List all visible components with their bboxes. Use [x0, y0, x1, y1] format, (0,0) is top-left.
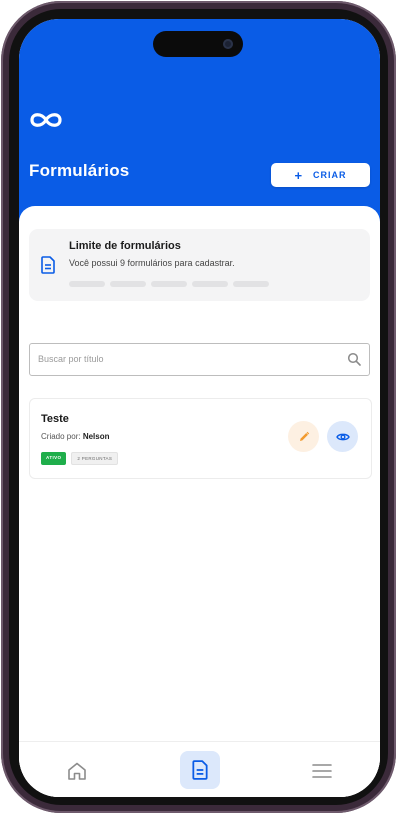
search-input[interactable]: Buscar por título	[29, 343, 370, 376]
limit-progress	[69, 281, 269, 287]
eye-icon	[335, 433, 350, 440]
status-badge: ATIVO	[41, 452, 67, 465]
progress-segment	[233, 281, 269, 287]
search-placeholder: Buscar por título	[38, 354, 104, 364]
edit-form-button[interactable]	[288, 421, 319, 452]
document-icon	[192, 760, 208, 780]
home-icon[interactable]	[66, 761, 88, 781]
page-title: Formulários	[29, 161, 130, 180]
dynamic-island	[153, 31, 243, 57]
form-badges: ATIVO 2 PERGUNTAS	[41, 452, 119, 465]
created-by-label: Criado por:	[41, 432, 81, 441]
form-list-item[interactable]: Teste Criado por: Nelson ATIVO 2 PERGUNT…	[29, 398, 372, 479]
menu-icon[interactable]	[311, 762, 333, 780]
plus-icon: +	[294, 167, 304, 183]
progress-segment	[192, 281, 228, 287]
form-limit-card: Limite de formulários Você possui 9 form…	[29, 229, 370, 301]
progress-segment	[110, 281, 146, 287]
nav-forms-button[interactable]	[180, 751, 220, 789]
bottom-navigation	[19, 741, 380, 797]
pencil-icon	[299, 431, 309, 441]
form-created-by: Criado por: Nelson	[41, 432, 109, 441]
create-button-label: CRIAR	[313, 170, 347, 180]
camera-icon	[223, 39, 233, 49]
progress-segment	[69, 281, 105, 287]
document-icon	[41, 256, 55, 274]
progress-segment	[151, 281, 187, 287]
view-form-button[interactable]	[327, 421, 358, 452]
limit-title: Limite de formulários	[69, 240, 181, 252]
create-button[interactable]: + CRIAR	[271, 163, 370, 187]
created-by-name: Nelson	[82, 432, 110, 441]
main-content: Limite de formulários Você possui 9 form…	[19, 206, 380, 797]
questions-badge: 2 PERGUNTAS	[71, 452, 119, 465]
limit-subtitle: Você possui 9 formulários para cadastrar…	[69, 258, 235, 268]
app-screen: Formulários + CRIAR Limite de formulário…	[19, 19, 380, 797]
infinity-logo-icon	[30, 113, 62, 127]
search-icon[interactable]	[347, 352, 361, 366]
form-title: Teste	[41, 413, 69, 425]
